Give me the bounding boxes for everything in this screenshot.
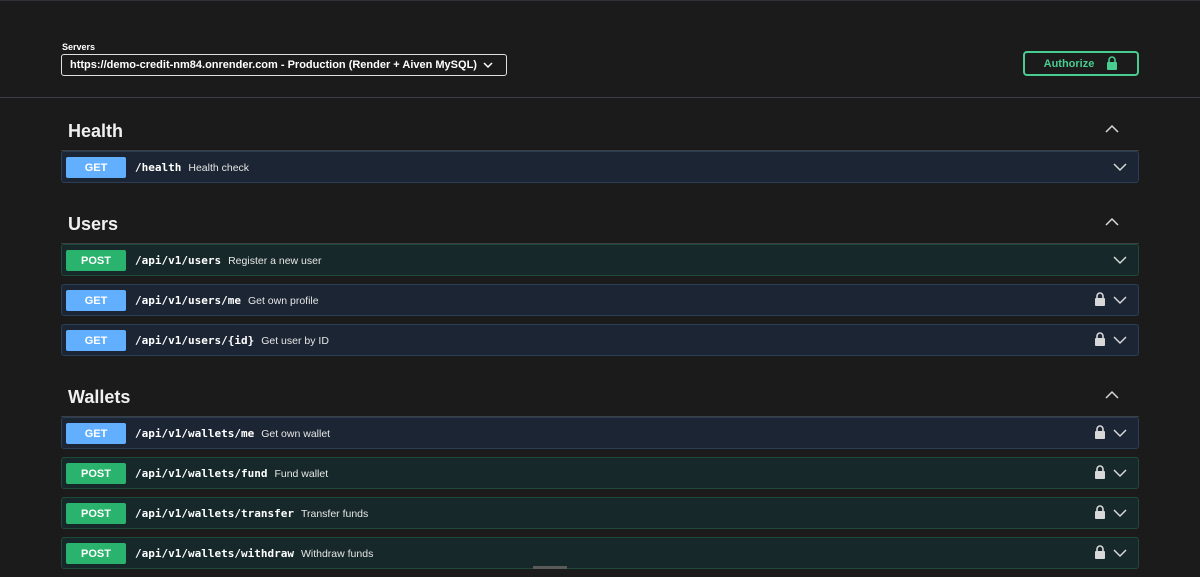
operation-row[interactable]: POST/api/v1/wallets/withdraw Withdraw fun… [61,537,1139,569]
lock-icon[interactable] [1094,505,1106,520]
path-text: /api/v1/wallets/withdraw [135,547,294,560]
section-header-2[interactable]: Wallets [61,364,1139,417]
chevron-up-icon[interactable] [1105,217,1119,227]
operation-row[interactable]: POST/api/v1/wallets/fund Fund wallet [61,457,1139,489]
section-title: Wallets [68,387,131,407]
path-text: /api/v1/wallets/transfer [135,507,294,520]
authorize-label: Authorize [1043,57,1095,70]
operation-summary: Withdraw funds [300,548,374,560]
lock-icon[interactable] [1094,545,1106,560]
operation-row[interactable]: GET/api/v1/users/me Get own profile [61,284,1139,316]
operation-path: /api/v1/users Register a new user [135,254,321,267]
operation-path: /api/v1/users/{id} Get user by ID [135,334,329,347]
lock-icon[interactable] [1094,332,1106,347]
section-title: Health [68,121,124,141]
chevron-down-icon[interactable] [1113,295,1127,305]
method-badge: GET [66,423,126,444]
chevron-down-icon[interactable] [1113,255,1127,265]
method-badge: POST [66,543,126,564]
path-text: /api/v1/users/{id} [135,334,255,347]
path-text: /api/v1/wallets/fund [135,467,268,480]
server-select-value: https://demo-credit-nm84.onrender.com - … [70,59,477,71]
path-text: /api/v1/wallets/me [135,427,255,440]
operation-summary: Fund wallet [274,468,329,480]
chevron-down-icon[interactable] [1113,508,1127,518]
chevron-down-icon [483,62,493,69]
chevron-up-icon[interactable] [1105,124,1119,134]
chevron-up-icon[interactable] [1105,390,1119,400]
method-badge: GET [66,330,126,351]
chevron-down-icon[interactable] [1113,162,1127,172]
operation-summary: Transfer funds [300,508,369,520]
operation-row[interactable]: POST/api/v1/users Register a new user [61,244,1139,276]
method-badge: GET [66,290,126,311]
method-badge: POST [66,250,126,271]
operations-list: Health GET/health Health check Users POST/ap… [61,98,1139,577]
chevron-down-icon[interactable] [1113,335,1127,345]
operation-path: /health Health check [135,161,249,174]
authorize-button[interactable]: Authorize [1023,51,1139,76]
method-badge: POST [66,503,126,524]
chevron-down-icon[interactable] [1113,428,1127,438]
lock-icon[interactable] [1094,465,1106,480]
servers-label: Servers [62,42,96,52]
operation-summary: Health check [188,162,250,174]
server-select[interactable]: https://demo-credit-nm84.onrender.com - … [61,54,507,76]
chevron-down-icon[interactable] [1113,548,1127,558]
section-header-0[interactable]: Health [61,98,1139,151]
method-badge: GET [66,157,126,178]
path-text: /api/v1/users/me [135,294,241,307]
section-title: Users [68,214,119,234]
section-header-1[interactable]: Users [61,191,1139,244]
lock-icon[interactable] [1094,425,1106,440]
operation-row[interactable]: POST/api/v1/wallets/transfer Transfer fun… [61,497,1139,529]
operation-summary: Get own wallet [261,428,331,440]
operation-path: /api/v1/wallets/fund Fund wallet [135,467,328,480]
operation-row[interactable]: GET/api/v1/wallets/me Get own wallet [61,417,1139,449]
lock-icon[interactable] [1094,292,1106,307]
path-text: /health [135,161,182,174]
path-text: /api/v1/users [135,254,222,267]
operation-path: /api/v1/wallets/withdraw Withdraw funds [135,547,373,560]
operation-summary: Get own profile [247,295,319,307]
top-bar: Servers https://demo-credit-nm84.onrende… [0,0,1200,98]
operation-path: /api/v1/users/me Get own profile [135,294,319,307]
operation-row[interactable]: GET/health Health check [61,151,1139,183]
operation-path: /api/v1/wallets/transfer Transfer funds [135,507,368,520]
operation-path: /api/v1/wallets/me Get own wallet [135,427,330,440]
chevron-down-icon[interactable] [1113,468,1127,478]
lock-icon [1107,56,1118,70]
operation-row[interactable]: GET/api/v1/users/{id} Get user by ID [61,324,1139,356]
method-badge: POST [66,463,126,484]
operation-summary: Get user by ID [261,335,329,347]
operation-summary: Register a new user [228,255,322,267]
